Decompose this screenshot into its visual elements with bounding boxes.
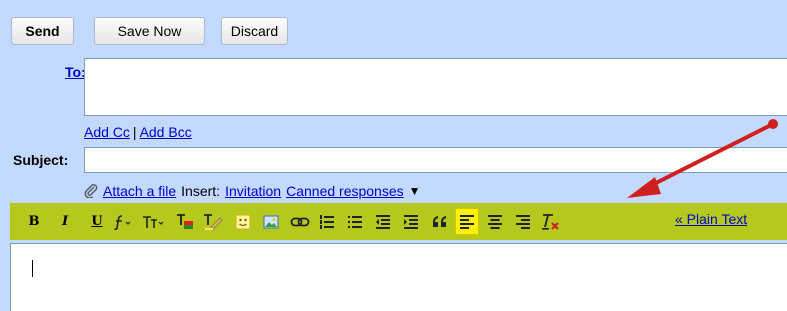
image-icon[interactable] <box>260 203 282 240</box>
attach-row: Attach a file Insert: Invitation Canned … <box>84 183 421 199</box>
invitation-link[interactable]: Invitation <box>225 183 281 199</box>
paperclip-icon[interactable] <box>84 184 98 199</box>
save-now-button[interactable]: Save Now <box>94 17 205 45</box>
numbered-list-icon[interactable] <box>316 203 338 240</box>
message-body-editor[interactable] <box>10 243 787 311</box>
to-label-link[interactable]: To: <box>65 64 86 80</box>
emoticon-icon[interactable] <box>232 203 254 240</box>
insert-label: Insert: <box>181 183 221 199</box>
indent-more-icon[interactable] <box>400 203 422 240</box>
font-icon[interactable] <box>111 203 135 240</box>
bulleted-list-icon[interactable] <box>344 203 366 240</box>
align-left-icon[interactable] <box>455 208 479 235</box>
add-bcc-link[interactable]: Add Bcc <box>140 124 192 140</box>
highlight-color-icon[interactable] <box>201 203 225 240</box>
italic-icon[interactable]: I <box>56 203 74 240</box>
attach-file-link[interactable]: Attach a file <box>103 183 176 199</box>
chevron-down-icon[interactable]: ▼ <box>409 184 421 198</box>
link-icon[interactable] <box>288 203 312 240</box>
subject-field[interactable] <box>84 147 787 173</box>
add-cc-link[interactable]: Add Cc <box>84 124 130 140</box>
send-button[interactable]: Send <box>11 17 74 45</box>
text-color-icon[interactable] <box>174 203 196 240</box>
font-size-icon[interactable] <box>140 203 166 240</box>
cc-bcc-separator: | <box>132 124 137 140</box>
align-right-icon[interactable] <box>512 203 534 240</box>
quote-icon[interactable] <box>429 203 451 240</box>
indent-less-icon[interactable] <box>372 203 394 240</box>
remove-formatting-icon[interactable] <box>538 203 562 240</box>
subject-label: Subject: <box>13 152 69 168</box>
text-caret <box>32 260 33 277</box>
cc-bcc-row: Add Cc | Add Bcc <box>84 124 192 140</box>
to-field[interactable] <box>84 58 787 116</box>
discard-button[interactable]: Discard <box>221 17 288 45</box>
bold-icon[interactable]: B <box>25 203 43 240</box>
canned-responses-link[interactable]: Canned responses <box>286 183 404 199</box>
underline-icon[interactable]: U <box>88 203 106 240</box>
align-center-icon[interactable] <box>484 203 506 240</box>
plain-text-link[interactable]: « Plain Text <box>675 211 747 227</box>
formatting-toolbar: B I U <box>10 203 787 240</box>
compose-panel: Send Save Now Discard To: Add Cc | Add Bcc… <box>0 0 787 311</box>
